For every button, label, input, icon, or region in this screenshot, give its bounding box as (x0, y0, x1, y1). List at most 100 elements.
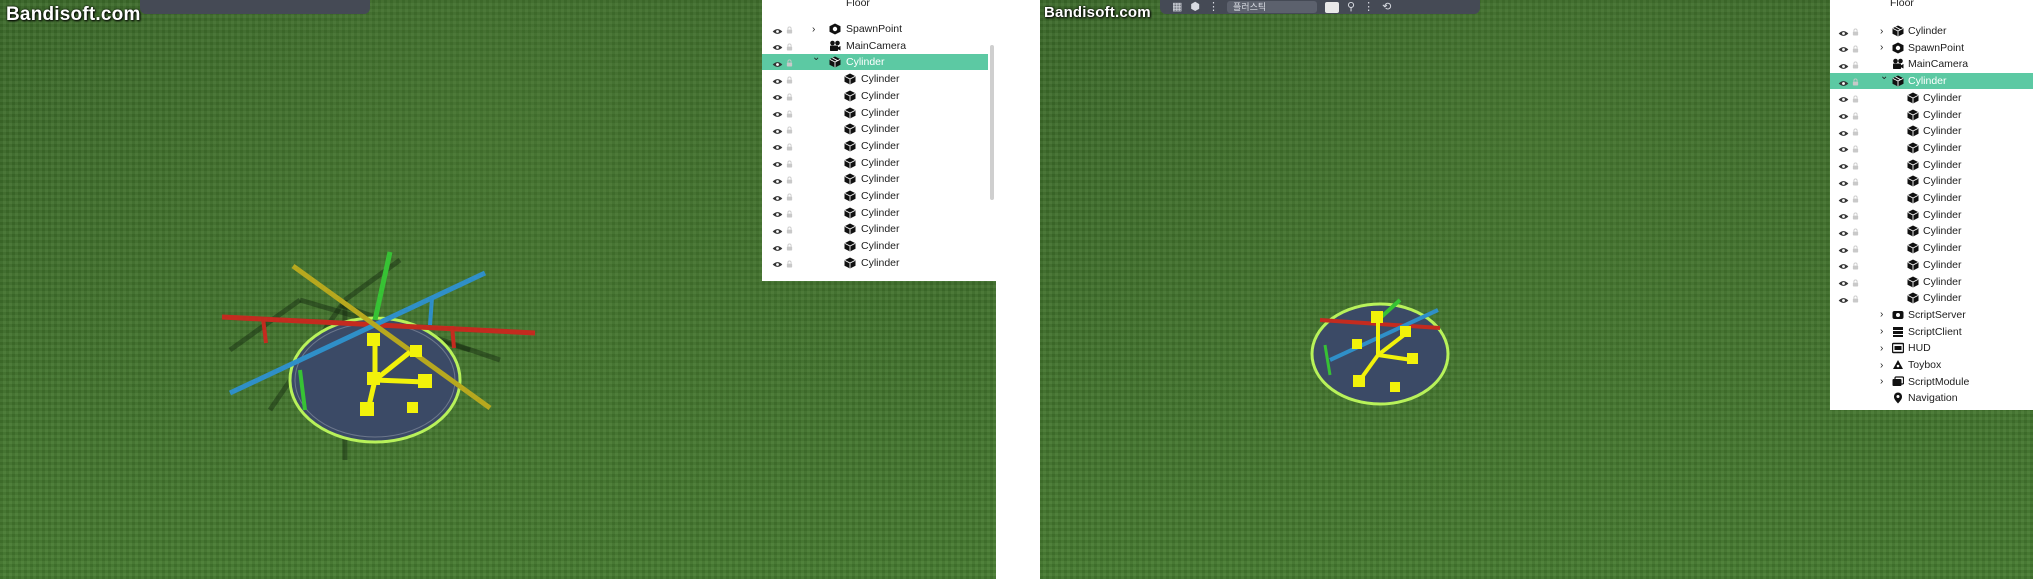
visibility-eye-icon[interactable] (1838, 245, 1849, 253)
lock-icon[interactable] (786, 242, 793, 251)
explorer-item[interactable]: Cylinder (1830, 240, 2033, 256)
lock-icon[interactable] (786, 159, 793, 168)
lock-icon[interactable] (1852, 144, 1859, 153)
visibility-eye-icon[interactable] (1838, 128, 1849, 136)
visibility-eye-icon[interactable] (772, 259, 783, 268)
lock-icon[interactable] (786, 259, 793, 268)
lock-icon[interactable] (786, 125, 793, 134)
lock-icon[interactable] (1852, 278, 1859, 286)
visibility-eye-icon[interactable] (772, 209, 783, 218)
lock-icon[interactable] (1852, 111, 1859, 119)
explorer-item[interactable]: › SpawnPoint (762, 21, 996, 37)
lock-icon[interactable] (1852, 60, 1859, 69)
explorer-item[interactable]: Cylinder (762, 255, 996, 271)
chevron-right-icon[interactable]: › (1880, 26, 1883, 37)
explorer-item[interactable]: Cylinder (1830, 90, 2033, 106)
visibility-eye-icon[interactable] (1838, 195, 1849, 203)
lock-icon[interactable] (1852, 261, 1859, 270)
lock-icon[interactable] (1852, 294, 1859, 303)
visibility-eye-icon[interactable] (1838, 228, 1849, 236)
explorer-item[interactable]: Cylinder (762, 88, 996, 104)
explorer-item[interactable]: Cylinder (762, 138, 996, 154)
explorer-item[interactable]: Cylinder (762, 105, 996, 121)
explorer-item-selected[interactable]: ⌄ Cylinder (762, 52, 996, 71)
explorer-item[interactable]: Cylinder (762, 171, 996, 187)
chevron-down-icon[interactable]: ⌄ (1880, 71, 1888, 82)
visibility-eye-icon[interactable] (772, 76, 783, 84)
explorer-item[interactable]: Cylinder (1830, 223, 2033, 239)
visibility-eye-icon[interactable] (772, 59, 783, 67)
visibility-eye-icon[interactable] (1838, 211, 1849, 220)
lock-icon[interactable] (786, 192, 793, 201)
visibility-eye-icon[interactable] (1838, 78, 1849, 86)
lock-icon[interactable] (1852, 94, 1859, 103)
lock-icon[interactable] (1852, 127, 1859, 136)
chevron-right-icon[interactable]: › (1880, 309, 1883, 320)
explorer-item[interactable]: Cylinder (762, 221, 996, 237)
explorer-item[interactable]: Cylinder (1830, 173, 2033, 189)
visibility-eye-icon[interactable] (1838, 28, 1849, 36)
visibility-eye-icon[interactable] (772, 193, 783, 201)
visibility-eye-icon[interactable] (772, 109, 783, 117)
explorer-item[interactable]: › Cylinder (1830, 23, 2033, 39)
lock-icon[interactable] (1852, 244, 1859, 253)
lock-icon[interactable] (1852, 227, 1859, 236)
visibility-eye-icon[interactable] (1838, 44, 1849, 53)
chevron-down-icon[interactable]: ⌄ (812, 52, 820, 63)
visibility-eye-icon[interactable] (772, 159, 783, 167)
visibility-eye-icon[interactable] (772, 226, 783, 234)
explorer-item[interactable]: Cylinder (1830, 274, 2033, 290)
lock-icon[interactable] (786, 25, 793, 34)
explorer-item[interactable]: Cylinder (762, 155, 996, 171)
explorer-item[interactable]: Cylinder (1830, 140, 2033, 156)
explorer-partial-row[interactable]: Floor (762, 0, 996, 11)
lock-icon[interactable] (1852, 44, 1859, 53)
visibility-eye-icon[interactable] (1838, 94, 1849, 103)
explorer-item[interactable]: › SpawnPoint (1830, 40, 2033, 56)
lock-icon[interactable] (1852, 194, 1859, 203)
explorer-item-selected[interactable]: ⌄ Cylinder (1830, 71, 2033, 90)
visibility-eye-icon[interactable] (772, 176, 783, 184)
explorer-item[interactable]: › ScriptModule (1830, 374, 2033, 390)
chevron-right-icon[interactable]: › (1880, 376, 1883, 387)
lock-icon[interactable] (1852, 177, 1859, 186)
visibility-eye-icon[interactable] (1838, 178, 1849, 186)
lock-icon[interactable] (1852, 161, 1859, 170)
explorer-item[interactable]: Cylinder (762, 205, 996, 221)
explorer-item[interactable]: Cylinder (1830, 257, 2033, 273)
explorer-item[interactable]: Cylinder (762, 71, 996, 87)
explorer-item[interactable]: › Toybox (1830, 357, 2033, 373)
lock-icon[interactable] (786, 92, 793, 101)
explorer-partial-row[interactable]: Floor (1830, 0, 2033, 11)
visibility-eye-icon[interactable] (772, 26, 783, 34)
visibility-eye-icon[interactable] (772, 92, 783, 101)
lock-icon[interactable] (786, 142, 793, 151)
visibility-eye-icon[interactable] (772, 126, 783, 134)
explorer-item[interactable]: Cylinder (1830, 290, 2033, 306)
explorer-item[interactable]: Cylinder (1830, 123, 2033, 139)
explorer-item[interactable]: Cylinder (762, 121, 996, 137)
visibility-eye-icon[interactable] (772, 42, 783, 51)
lock-icon[interactable] (1852, 211, 1859, 220)
explorer-item[interactable]: Navigation (1830, 390, 2033, 406)
visibility-eye-icon[interactable] (1838, 278, 1849, 286)
visibility-eye-icon[interactable] (772, 243, 783, 251)
visibility-eye-icon[interactable] (1838, 161, 1849, 169)
explorer-item[interactable]: Cylinder (1830, 207, 2033, 223)
explorer-item[interactable]: Cylinder (1830, 107, 2033, 123)
visibility-eye-icon[interactable] (1838, 61, 1849, 69)
chevron-right-icon[interactable]: › (812, 24, 815, 35)
explorer-panel[interactable]: Floor › SpawnPoint MainCamera ⌄ Cylinder Cyli… (762, 0, 996, 281)
visibility-eye-icon[interactable] (1838, 295, 1849, 303)
chevron-right-icon[interactable]: › (1880, 360, 1883, 371)
lock-icon[interactable] (786, 58, 793, 67)
explorer-item[interactable]: › ScriptServer (1830, 307, 2033, 323)
lock-icon[interactable] (786, 75, 793, 84)
explorer-item[interactable]: › ScriptClient (1830, 324, 2033, 340)
explorer-panel[interactable]: Floor › Cylinder › SpawnPoint MainCamera ⌄ Cyl… (1830, 0, 2033, 410)
explorer-item[interactable]: Cylinder (762, 238, 996, 254)
lock-icon[interactable] (786, 225, 793, 234)
lock-icon[interactable] (1852, 27, 1859, 36)
explorer-item[interactable]: › HUD (1830, 340, 2033, 356)
chevron-right-icon[interactable]: › (1880, 343, 1883, 354)
